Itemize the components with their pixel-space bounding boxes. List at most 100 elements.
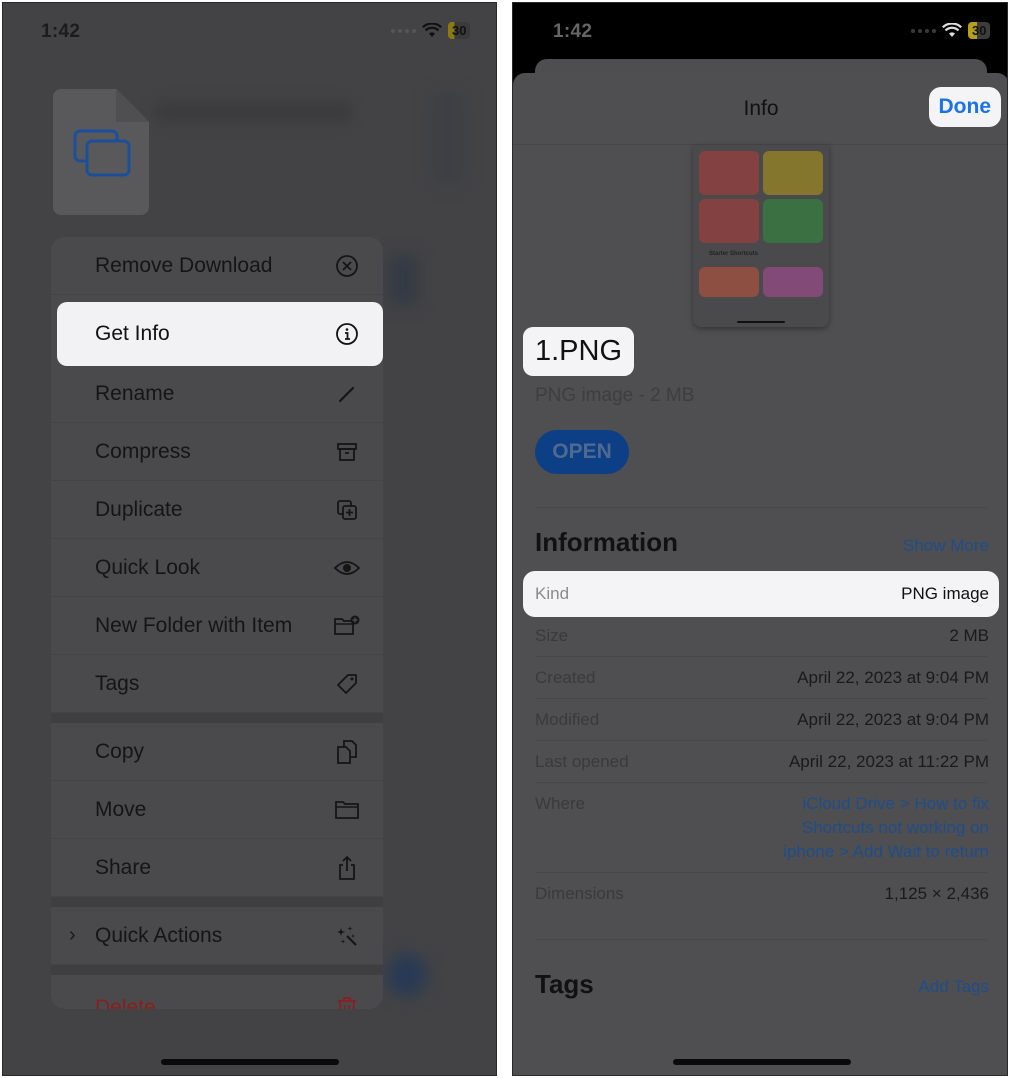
show-more-link[interactable]: Show More bbox=[903, 536, 989, 556]
menu-item-label: Move bbox=[95, 797, 147, 821]
where-path-line: Shortcuts not working on bbox=[801, 818, 989, 837]
menu-item-label: Share bbox=[95, 855, 152, 879]
trash-icon bbox=[333, 994, 361, 1009]
info-key: Where bbox=[535, 794, 586, 813]
menu-item-label: Delete bbox=[95, 995, 156, 1010]
info-row-kind: Kind PNG image bbox=[535, 584, 989, 604]
magic-wand-icon bbox=[333, 922, 361, 950]
status-indicators: 30 bbox=[391, 22, 471, 39]
chevron-right-icon: › bbox=[69, 924, 76, 946]
file-subtitle: PNG image - 2 MB bbox=[535, 385, 695, 406]
divider bbox=[535, 872, 987, 873]
archive-box-icon bbox=[333, 438, 361, 466]
menu-item-duplicate[interactable]: Duplicate bbox=[51, 481, 383, 539]
info-row-where: Where iCloud Drive > How to fix Shortcut… bbox=[535, 792, 989, 864]
menu-item-remove-download[interactable]: Remove Download bbox=[51, 237, 383, 295]
info-value: 1,125 × 2,436 bbox=[884, 884, 989, 903]
file-name[interactable]: 1.PNG bbox=[523, 327, 635, 376]
stacked-windows-icon bbox=[73, 129, 131, 177]
folder-icon bbox=[333, 796, 361, 824]
preview-tile bbox=[699, 151, 759, 195]
menu-item-rename[interactable]: Rename bbox=[51, 365, 383, 423]
status-time: 1:42 bbox=[553, 21, 593, 42]
menu-item-copy[interactable]: Copy bbox=[51, 723, 383, 781]
divider bbox=[535, 656, 987, 657]
menu-item-label: Rename bbox=[95, 381, 175, 405]
menu-item-label: Quick Actions bbox=[95, 923, 223, 947]
wifi-icon bbox=[942, 23, 962, 37]
blurred-background bbox=[433, 93, 463, 183]
preview-tile bbox=[763, 267, 823, 297]
preview-tile bbox=[699, 199, 759, 243]
files-context-menu-screen: 1:42 30 Remove Download Get Info Rename … bbox=[2, 2, 497, 1076]
menu-item-label: Get Info bbox=[95, 322, 170, 345]
share-icon bbox=[333, 854, 361, 882]
menu-group-separator bbox=[51, 713, 383, 723]
file-info-screen: 1:42 30 Info Done Starter Shortcuts 1.PN… bbox=[512, 2, 1008, 1076]
info-row-dimensions: Dimensions 1,125 × 2,436 bbox=[535, 884, 989, 904]
menu-item-label: New Folder with Item bbox=[95, 613, 293, 637]
preview-tile bbox=[763, 199, 823, 243]
menu-item-delete[interactable]: Delete bbox=[51, 979, 383, 1009]
info-value: PNG image bbox=[901, 584, 989, 603]
preview-tile bbox=[699, 267, 759, 297]
menu-item-quick-actions[interactable]: › Quick Actions bbox=[51, 907, 383, 965]
divider bbox=[535, 740, 987, 741]
divider bbox=[535, 939, 987, 940]
information-heading: Information bbox=[535, 527, 678, 557]
info-circle-icon bbox=[333, 320, 361, 348]
blurred-background bbox=[387, 953, 427, 997]
info-key: Size bbox=[535, 626, 569, 645]
info-key: Last opened bbox=[535, 752, 629, 771]
info-value: April 22, 2023 at 9:04 PM bbox=[797, 668, 989, 687]
home-indicator[interactable] bbox=[673, 1059, 851, 1065]
divider bbox=[535, 698, 987, 699]
open-button[interactable]: OPEN bbox=[535, 430, 629, 474]
pencil-icon bbox=[333, 380, 361, 408]
info-sheet: Info Done Starter Shortcuts 1.PNG PNG im… bbox=[513, 73, 1007, 1075]
file-corner-fold bbox=[116, 89, 149, 122]
info-key: Dimensions bbox=[535, 884, 624, 903]
duplicate-plus-icon bbox=[333, 496, 361, 524]
xmark-circle-icon bbox=[333, 252, 361, 280]
menu-item-tags[interactable]: Tags bbox=[51, 655, 383, 713]
menu-item-label: Compress bbox=[95, 439, 191, 463]
battery-indicator: 30 bbox=[968, 22, 991, 39]
info-key: Created bbox=[535, 668, 596, 687]
menu-item-label: Duplicate bbox=[95, 497, 183, 521]
context-menu: Remove Download Get Info Rename Compress… bbox=[51, 237, 383, 1009]
info-key: Modified bbox=[535, 710, 600, 729]
tag-icon bbox=[333, 670, 361, 698]
menu-group-separator bbox=[51, 897, 383, 907]
folder-badge-plus-icon bbox=[333, 612, 361, 640]
info-value: April 22, 2023 at 11:22 PM bbox=[788, 752, 989, 771]
menu-item-get-info[interactable]: Get Info bbox=[57, 302, 383, 366]
preview-home-indicator bbox=[737, 321, 785, 323]
doc-on-doc-icon bbox=[333, 738, 361, 766]
eye-icon bbox=[333, 554, 361, 582]
where-path-line: iCloud Drive > How to fix bbox=[802, 794, 989, 813]
where-path-line: iphone > Add Wait to return bbox=[783, 842, 989, 861]
preview-tab-bar bbox=[693, 301, 829, 327]
info-row-size: Size 2 MB bbox=[535, 626, 989, 646]
info-value: 2 MB bbox=[949, 626, 989, 645]
add-tags-link[interactable]: Add Tags bbox=[918, 977, 989, 997]
info-row-last-opened: Last opened April 22, 2023 at 11:22 PM bbox=[535, 752, 989, 772]
menu-item-new-folder-with-item[interactable]: New Folder with Item bbox=[51, 597, 383, 655]
menu-item-compress[interactable]: Compress bbox=[51, 423, 383, 481]
info-value: April 22, 2023 at 9:04 PM bbox=[797, 710, 989, 729]
battery-indicator: 30 bbox=[448, 22, 471, 39]
blurred-background bbox=[388, 255, 418, 305]
tags-heading: Tags bbox=[535, 969, 594, 999]
menu-item-label: Tags bbox=[95, 671, 140, 695]
cellular-signal-icon bbox=[911, 28, 936, 33]
menu-item-label: Copy bbox=[95, 739, 145, 763]
menu-item-share[interactable]: Share bbox=[51, 839, 383, 897]
where-path-link[interactable]: iCloud Drive > How to fix Shortcuts not … bbox=[783, 792, 989, 864]
menu-item-move[interactable]: Move bbox=[51, 781, 383, 839]
done-button[interactable]: Done bbox=[928, 87, 1001, 127]
home-indicator[interactable] bbox=[161, 1059, 339, 1065]
info-row-modified: Modified April 22, 2023 at 9:04 PM bbox=[535, 710, 989, 730]
file-preview-thumbnail[interactable]: Starter Shortcuts bbox=[693, 145, 829, 327]
menu-item-quick-look[interactable]: Quick Look bbox=[51, 539, 383, 597]
